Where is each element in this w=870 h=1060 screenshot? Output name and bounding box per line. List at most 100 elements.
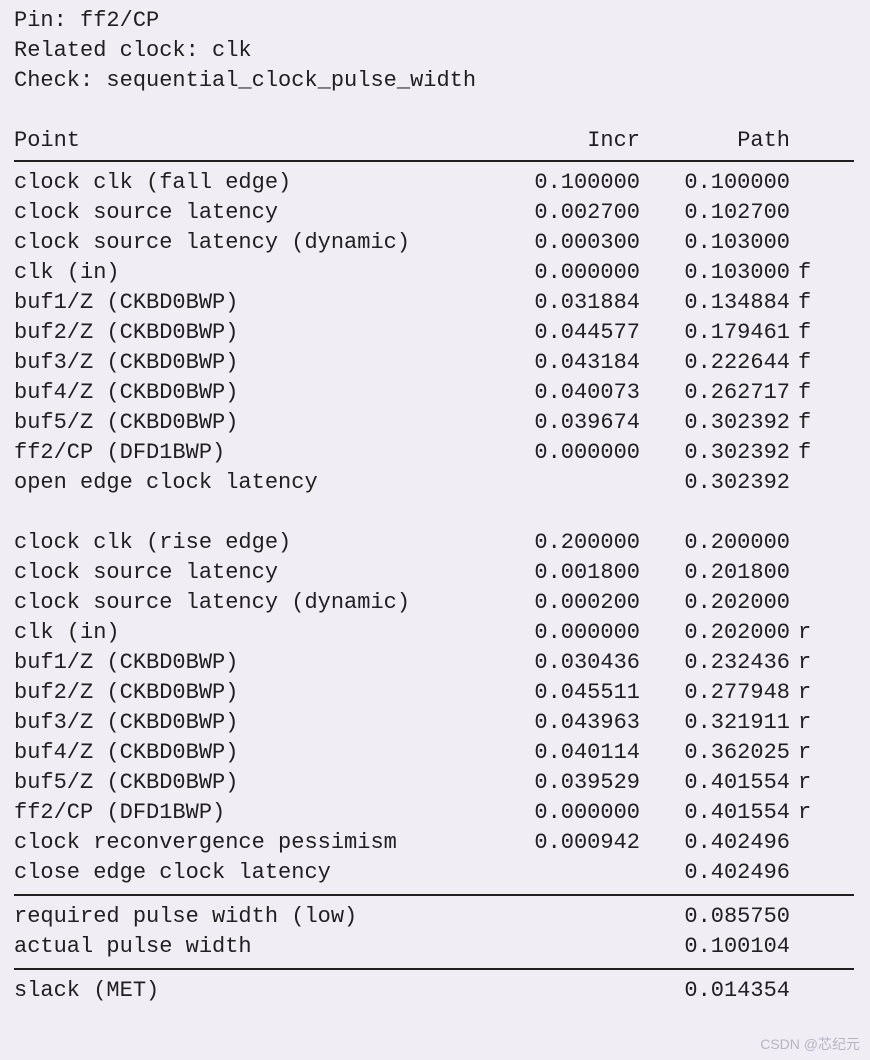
cell-point: clock reconvergence pessimism bbox=[14, 828, 512, 858]
table-row: open edge clock latency 0.302392 bbox=[14, 468, 860, 498]
table-row: buf5/Z (CKBD0BWP)0.0395290.401554r bbox=[14, 768, 860, 798]
cell-path: 0.402496 bbox=[640, 828, 790, 858]
cell-edge: r bbox=[790, 618, 828, 648]
table-row: clk (in)0.0000000.103000f bbox=[14, 258, 860, 288]
rule-mid1 bbox=[14, 894, 854, 896]
fall-edge-section: clock clk (fall edge)0.1000000.100000clo… bbox=[14, 168, 860, 498]
cell-point: buf2/Z (CKBD0BWP) bbox=[14, 678, 512, 708]
table-row: clock source latency (dynamic)0.0002000.… bbox=[14, 588, 860, 618]
rule-top bbox=[14, 160, 854, 162]
cell-path: 0.401554 bbox=[640, 768, 790, 798]
header-check: Check: sequential_clock_pulse_width bbox=[14, 66, 860, 96]
summary-section: required pulse width (low) 0.085750actual… bbox=[14, 902, 860, 962]
section-gap bbox=[14, 498, 860, 528]
cell-path: 0.202000 bbox=[640, 588, 790, 618]
cell-incr: 0.030436 bbox=[512, 648, 640, 678]
cell-incr: 0.000942 bbox=[512, 828, 640, 858]
cell-point: buf5/Z (CKBD0BWP) bbox=[14, 408, 512, 438]
header-clock: Related clock: clk bbox=[14, 36, 860, 66]
table-row: buf3/Z (CKBD0BWP)0.0439630.321911r bbox=[14, 708, 860, 738]
cell-incr: 0.000000 bbox=[512, 618, 640, 648]
cell-point: buf3/Z (CKBD0BWP) bbox=[14, 708, 512, 738]
table-row: clock source latency0.0027000.102700 bbox=[14, 198, 860, 228]
cell-point: clock clk (rise edge) bbox=[14, 528, 512, 558]
cell-path: 0.085750 bbox=[640, 902, 790, 932]
cell-path: 0.201800 bbox=[640, 558, 790, 588]
cell-incr: 0.000000 bbox=[512, 798, 640, 828]
cell-path: 0.277948 bbox=[640, 678, 790, 708]
cell-incr: 0.039674 bbox=[512, 408, 640, 438]
cell-path: 0.134884 bbox=[640, 288, 790, 318]
table-row: clk (in)0.0000000.202000r bbox=[14, 618, 860, 648]
cell-edge: r bbox=[790, 678, 828, 708]
table-row: clock source latency (dynamic)0.0003000.… bbox=[14, 228, 860, 258]
cell-path: 0.302392 bbox=[640, 438, 790, 468]
cell-incr: 0.000000 bbox=[512, 258, 640, 288]
cell-point: clk (in) bbox=[14, 258, 512, 288]
cell-path: 0.103000 bbox=[640, 258, 790, 288]
table-row: clock source latency0.0018000.201800 bbox=[14, 558, 860, 588]
cell-incr: 0.040073 bbox=[512, 378, 640, 408]
cell-point: buf5/Z (CKBD0BWP) bbox=[14, 768, 512, 798]
table-row: actual pulse width0.100104 bbox=[14, 932, 860, 962]
col-header-point: Point bbox=[14, 126, 512, 156]
cell-edge: f bbox=[790, 348, 828, 378]
cell-edge: f bbox=[790, 408, 828, 438]
cell-incr: 0.000200 bbox=[512, 588, 640, 618]
cell-incr: 0.043184 bbox=[512, 348, 640, 378]
table-row: clock clk (fall edge)0.1000000.100000 bbox=[14, 168, 860, 198]
cell-path: 0.103000 bbox=[640, 228, 790, 258]
cell-incr: 0.045511 bbox=[512, 678, 640, 708]
slack-row: slack (MET) 0.014354 bbox=[14, 976, 860, 1006]
cell-point: ff2/CP (DFD1BWP) bbox=[14, 438, 512, 468]
cell-path: 0.179461 bbox=[640, 318, 790, 348]
cell-point: clock source latency bbox=[14, 198, 512, 228]
cell-edge: r bbox=[790, 648, 828, 678]
cell-edge: r bbox=[790, 798, 828, 828]
watermark: CSDN @芯纪元 bbox=[760, 1034, 860, 1054]
cell-incr: 0.043963 bbox=[512, 708, 640, 738]
cell-point: buf4/Z (CKBD0BWP) bbox=[14, 738, 512, 768]
cell-path: 0.401554 bbox=[640, 798, 790, 828]
cell-path: 0.362025 bbox=[640, 738, 790, 768]
cell-edge: f bbox=[790, 258, 828, 288]
timing-report: Pin: ff2/CP Related clock: clk Check: se… bbox=[0, 0, 870, 1006]
cell-path: 0.232436 bbox=[640, 648, 790, 678]
table-row: clock reconvergence pessimism0.0009420.4… bbox=[14, 828, 860, 858]
cell-point: open edge clock latency bbox=[14, 468, 512, 498]
cell-incr: 0.200000 bbox=[512, 528, 640, 558]
cell-point: close edge clock latency bbox=[14, 858, 512, 888]
cell-point: ff2/CP (DFD1BWP) bbox=[14, 798, 512, 828]
cell-path: 0.402496 bbox=[640, 858, 790, 888]
col-header-path: Path bbox=[640, 126, 790, 156]
cell-path: 0.100000 bbox=[640, 168, 790, 198]
table-row: ff2/CP (DFD1BWP)0.0000000.302392f bbox=[14, 438, 860, 468]
cell-point: buf1/Z (CKBD0BWP) bbox=[14, 648, 512, 678]
table-row: buf2/Z (CKBD0BWP)0.0445770.179461f bbox=[14, 318, 860, 348]
table-row: close edge clock latency 0.402496 bbox=[14, 858, 860, 888]
slack-value: 0.014354 bbox=[640, 976, 790, 1006]
table-row: buf4/Z (CKBD0BWP)0.0401140.362025r bbox=[14, 738, 860, 768]
cell-edge: r bbox=[790, 768, 828, 798]
cell-incr: 0.001800 bbox=[512, 558, 640, 588]
cell-edge: f bbox=[790, 288, 828, 318]
rise-edge-section: clock clk (rise edge)0.2000000.200000clo… bbox=[14, 528, 860, 888]
cell-edge: f bbox=[790, 318, 828, 348]
cell-point: required pulse width (low) bbox=[14, 902, 512, 932]
table-row: buf5/Z (CKBD0BWP)0.0396740.302392f bbox=[14, 408, 860, 438]
cell-path: 0.302392 bbox=[640, 468, 790, 498]
cell-incr: 0.040114 bbox=[512, 738, 640, 768]
timing-table: Point Incr Path clock clk (fall edge)0.1… bbox=[14, 126, 860, 1006]
cell-incr: 0.100000 bbox=[512, 168, 640, 198]
cell-path: 0.321911 bbox=[640, 708, 790, 738]
cell-point: clock source latency (dynamic) bbox=[14, 228, 512, 258]
cell-path: 0.102700 bbox=[640, 198, 790, 228]
slack-label: slack (MET) bbox=[14, 976, 512, 1006]
table-row: clock clk (rise edge)0.2000000.200000 bbox=[14, 528, 860, 558]
cell-point: clock clk (fall edge) bbox=[14, 168, 512, 198]
cell-edge: f bbox=[790, 378, 828, 408]
cell-point: clock source latency bbox=[14, 558, 512, 588]
cell-point: buf2/Z (CKBD0BWP) bbox=[14, 318, 512, 348]
cell-path: 0.302392 bbox=[640, 408, 790, 438]
table-row: required pulse width (low) 0.085750 bbox=[14, 902, 860, 932]
